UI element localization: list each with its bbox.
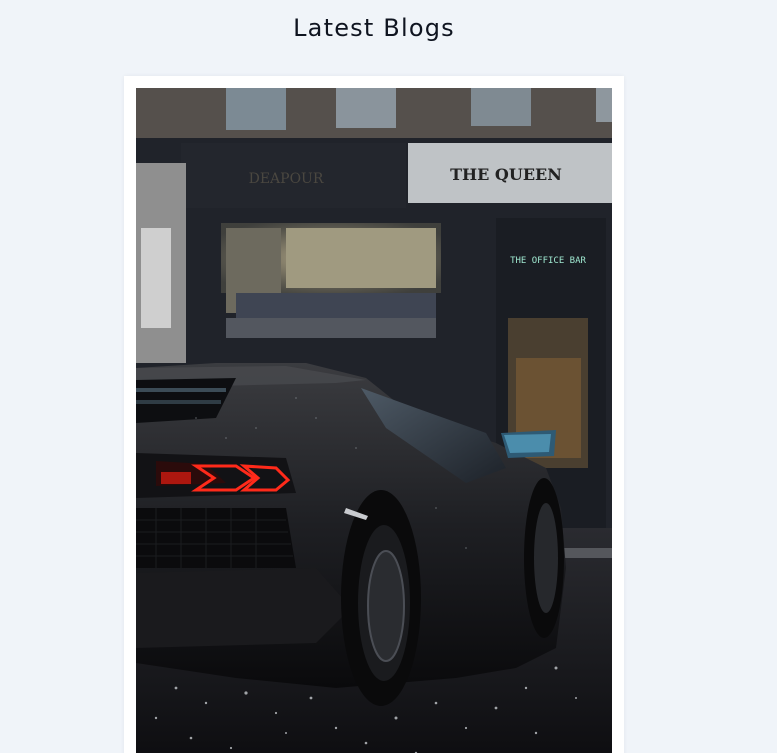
blog-card[interactable]: DEAPOUR THE QUEEN THE OFFICE BAR [124, 76, 624, 753]
svg-text:THE QUEEN: THE QUEEN [450, 165, 562, 184]
blog-cover-image[interactable]: DEAPOUR THE QUEEN THE OFFICE BAR [136, 88, 612, 753]
svg-text:THE OFFICE BAR: THE OFFICE BAR [510, 256, 586, 266]
blog-section: Latest Blogs DEAPOUR THE QUEEN THE OFFIC… [0, 0, 777, 753]
svg-text:DEAPOUR: DEAPOUR [249, 171, 324, 187]
section-title: Latest Blogs [293, 14, 455, 42]
sports-car-photo-icon: DEAPOUR THE QUEEN THE OFFICE BAR [136, 88, 612, 753]
